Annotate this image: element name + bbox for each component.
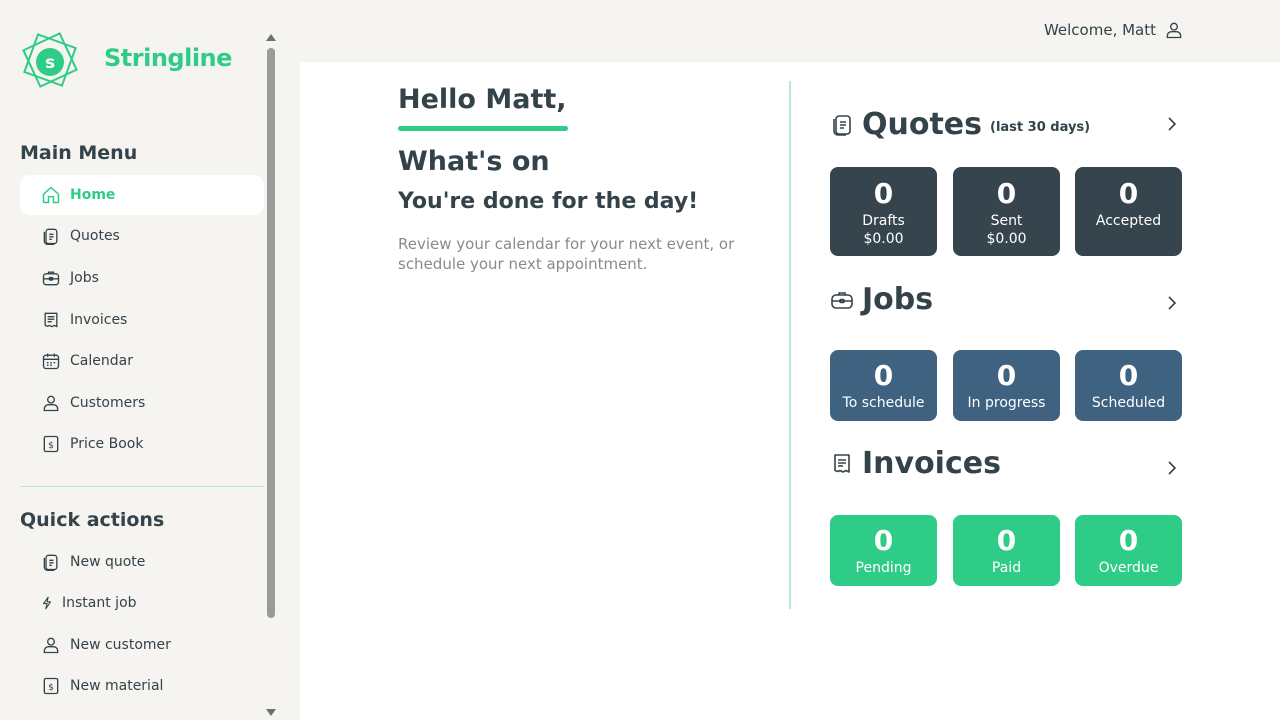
jobs-scheduled-card[interactable]: 0 Scheduled: [1075, 350, 1182, 421]
quick-action-new-customer[interactable]: New customer: [20, 625, 264, 665]
quotes-accepted-card[interactable]: 0 Accepted: [1075, 167, 1182, 256]
quick-action-label: Instant job: [62, 595, 137, 611]
user-icon: [1166, 22, 1182, 39]
jobs-section-header[interactable]: Jobs: [830, 282, 933, 317]
card-label: Overdue: [1098, 560, 1159, 576]
sidebar-item-invoices[interactable]: Invoices: [20, 300, 264, 340]
card-value: 0: [1118, 177, 1139, 210]
stringline-logo-icon[interactable]: s: [18, 28, 82, 92]
card-label: Accepted: [1095, 213, 1162, 229]
sidebar-item-label: Customers: [70, 395, 146, 411]
briefcase-icon: [40, 267, 62, 289]
sidebar-divider: [20, 486, 264, 487]
invoices-pending-card[interactable]: 0 Pending: [830, 515, 937, 586]
scroll-down-arrow-icon[interactable]: [266, 709, 276, 716]
quotes-chevron-right-icon[interactable]: [1164, 116, 1180, 132]
quotes-drafts-card[interactable]: 0 Drafts $0.00: [830, 167, 937, 256]
user-icon: [40, 634, 62, 656]
sidebar-item-customers[interactable]: Customers: [20, 383, 264, 423]
card-label: Scheduled: [1091, 395, 1166, 411]
card-label: In progress: [967, 395, 1046, 411]
quotes-subtitle: (last 30 days): [990, 120, 1091, 135]
card-amount: $0.00: [863, 231, 904, 247]
sidebar-scrollbar[interactable]: [264, 32, 278, 720]
column-divider: [789, 81, 791, 609]
calendar-icon: [40, 350, 62, 372]
quick-action-instant-job[interactable]: Instant job: [20, 583, 264, 623]
review-text: Review your calendar for your next event…: [398, 235, 735, 273]
scroll-thumb[interactable]: [267, 48, 275, 618]
sidebar-item-label: Home: [70, 187, 116, 203]
sidebar-item-label: Price Book: [70, 436, 144, 452]
jobs-title: Jobs: [862, 282, 934, 317]
sidebar-item-label: Calendar: [70, 353, 133, 369]
svg-text:$: $: [48, 682, 54, 693]
home-icon: [40, 184, 62, 206]
sidebar-item-price-book[interactable]: $ Price Book: [20, 424, 264, 464]
greeting-heading: Hello Matt,: [398, 84, 567, 115]
card-label: To schedule: [842, 395, 925, 411]
document-icon: [833, 114, 851, 136]
brand-name[interactable]: Stringline: [104, 44, 232, 72]
sidebar-item-label: Quotes: [70, 228, 120, 244]
svg-text:s: s: [45, 53, 55, 73]
card-value: 0: [996, 524, 1017, 557]
user-icon: [40, 392, 62, 414]
invoices-section-header[interactable]: Invoices: [830, 446, 1001, 481]
card-amount: $0.00: [986, 231, 1027, 247]
done-message: You're done for the day!: [398, 189, 699, 214]
main-panel: Hello Matt, What's on You're done for th…: [300, 62, 1280, 720]
invoices-title: Invoices: [862, 446, 1001, 481]
sidebar-item-calendar[interactable]: Calendar: [20, 341, 264, 381]
card-value: 0: [873, 359, 894, 392]
invoices-paid-card[interactable]: 0 Paid: [953, 515, 1060, 586]
quotes-section-header[interactable]: Quotes (last 30 days): [830, 107, 1090, 142]
card-value: 0: [996, 177, 1017, 210]
lightning-icon: [40, 592, 54, 614]
document-icon: [40, 551, 62, 573]
sidebar-item-label: Jobs: [70, 270, 99, 286]
dollar-icon: $: [40, 675, 62, 697]
receipt-icon: [40, 309, 62, 331]
greeting-underline: [398, 126, 568, 131]
scroll-up-arrow-icon[interactable]: [266, 34, 276, 41]
card-label: Sent: [990, 213, 1023, 229]
sidebar: s Stringline Main Menu Home Quotes Jobs …: [0, 0, 264, 720]
sidebar-item-label: Invoices: [70, 312, 128, 328]
card-value: 0: [996, 359, 1017, 392]
card-value: 0: [1118, 359, 1139, 392]
document-icon: [40, 225, 62, 247]
welcome-text: Welcome, Matt: [1043, 21, 1156, 39]
card-value: 0: [1118, 524, 1139, 557]
user-menu[interactable]: Welcome, Matt: [1044, 20, 1184, 40]
quotes-title: Quotes: [862, 107, 983, 142]
jobs-chevron-right-icon[interactable]: [1164, 295, 1180, 311]
invoices-overdue-card[interactable]: 0 Overdue: [1075, 515, 1182, 586]
sidebar-item-home[interactable]: Home: [20, 175, 264, 215]
card-value: 0: [873, 524, 894, 557]
main-menu-title: Main Menu: [20, 142, 138, 164]
svg-text:$: $: [48, 440, 54, 451]
card-value: 0: [873, 177, 894, 210]
invoices-chevron-right-icon[interactable]: [1164, 460, 1180, 476]
receipt-icon: [834, 453, 850, 473]
dollar-icon: $: [40, 433, 62, 455]
quick-action-label: New quote: [70, 554, 146, 570]
sidebar-item-jobs[interactable]: Jobs: [20, 258, 264, 298]
quick-action-new-quote[interactable]: New quote: [20, 542, 264, 582]
card-label: Paid: [991, 560, 1022, 576]
quick-action-new-material[interactable]: $ New material: [20, 666, 264, 706]
quotes-sent-card[interactable]: 0 Sent $0.00: [953, 167, 1060, 256]
quick-actions-title: Quick actions: [20, 509, 165, 531]
card-label: Pending: [855, 560, 912, 576]
sidebar-item-quotes[interactable]: Quotes: [20, 216, 264, 256]
jobs-in-progress-card[interactable]: 0 In progress: [953, 350, 1060, 421]
quick-action-label: New customer: [70, 637, 171, 653]
card-label: Drafts: [862, 213, 905, 229]
jobs-to-schedule-card[interactable]: 0 To schedule: [830, 350, 937, 421]
whats-on-heading: What's on: [398, 146, 550, 177]
quick-action-label: New material: [70, 678, 164, 694]
briefcase-icon: [831, 291, 853, 309]
